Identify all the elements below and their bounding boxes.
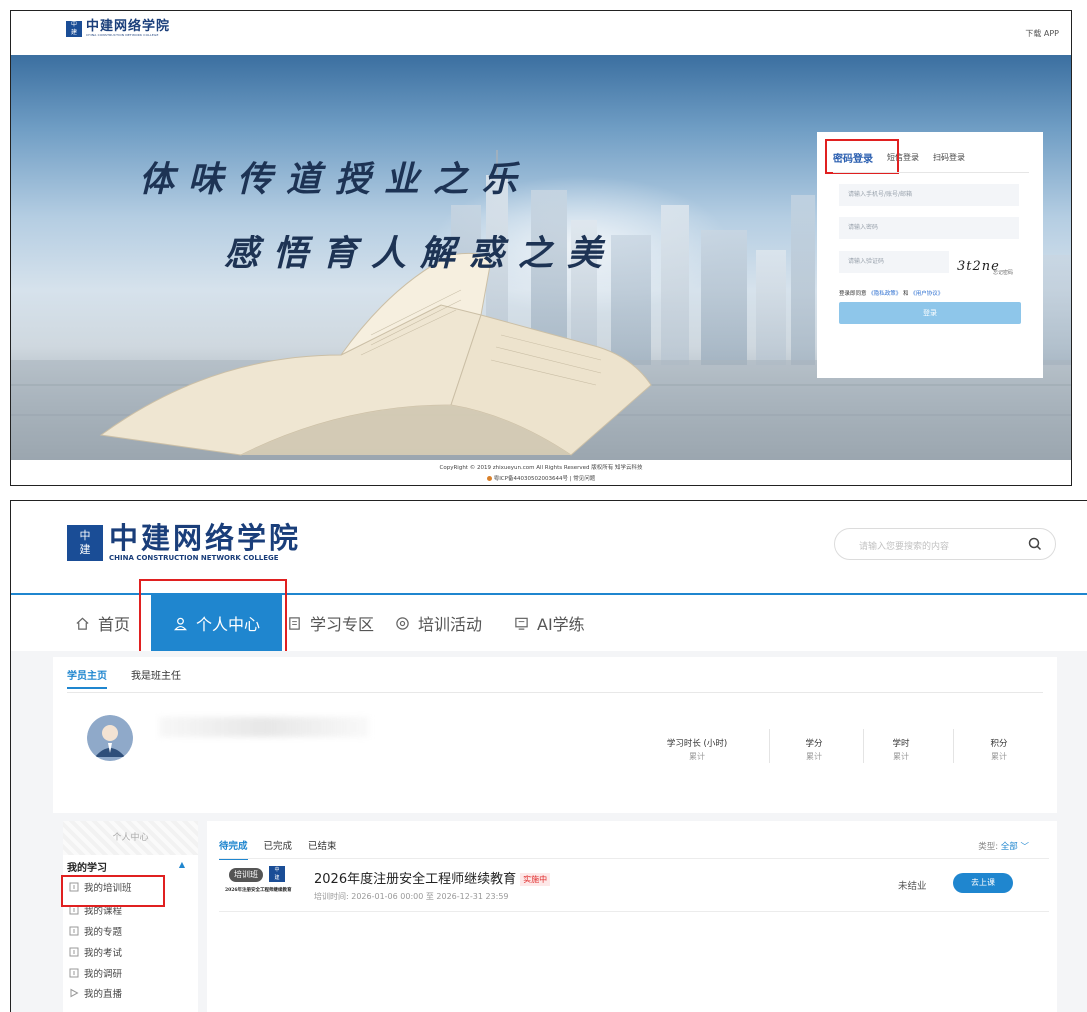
- nav-ai-practice[interactable]: AI学练: [514, 595, 585, 651]
- stat-study-hours: 学习时长 (小时) 累计: [666, 739, 728, 761]
- password-tab-highlight-box: [825, 139, 899, 174]
- graduation-status: 未结业: [898, 881, 927, 892]
- ai-icon: [515, 617, 528, 630]
- personal-sidebar: 个人中心 我的学习 ▲ 我的培训班 我的课程 我的专题 我的考试 我的调研 我的…: [63, 821, 198, 1012]
- search-icon[interactable]: [1027, 536, 1043, 552]
- captcha-input[interactable]: 请输入验证码: [839, 251, 949, 273]
- status-badge: 实施中: [520, 873, 551, 886]
- my-training-class-highlight-box: [61, 875, 165, 907]
- icp-line: 粤ICP备44030502003644号 | 常见问题: [11, 474, 1071, 482]
- tab-ended[interactable]: 已结束: [308, 838, 337, 860]
- privacy-policy-link[interactable]: 《隐私政策》: [868, 291, 901, 297]
- cscec-logo-icon: 中建: [67, 525, 103, 561]
- course-cover-caption: 2026年注册安全工程师继续教育: [225, 888, 292, 893]
- training-class-badge: 培训班: [229, 868, 263, 882]
- hero-slogan-line-2: 感悟育人解惑之美: [224, 233, 617, 274]
- home-icon: [76, 617, 89, 630]
- user-avatar-icon: [87, 715, 133, 761]
- list-icon: [69, 968, 79, 978]
- sidebar-header: 个人中心: [63, 821, 198, 855]
- nav-study-zone[interactable]: 学习专区: [287, 595, 374, 651]
- hero-banner: 体味传道授业之乐 感悟育人解惑之美 密码登录 短信登录 扫码登录 请输入手机号/…: [11, 55, 1071, 460]
- list-icon: [69, 926, 79, 936]
- brand-name-en: CHINA CONSTRUCTION NETWORK COLLEGE: [109, 554, 279, 562]
- login-button[interactable]: 登录: [839, 302, 1021, 324]
- list-icon: [69, 947, 79, 957]
- chevron-down-icon[interactable]: ﹀: [1020, 842, 1029, 852]
- search-input[interactable]: 请输入您要搜索的内容: [859, 539, 949, 552]
- brand-name-cn: 中建网络学院: [86, 19, 171, 34]
- stat-credits: 学分 累计: [805, 739, 823, 761]
- training-class-panel: 待完成 已完成 已结束 类型: 全部 ﹀ 培训班 中建 2026年注册安全工程师…: [207, 821, 1057, 1012]
- hero-slogan-line-1: 体味传道授业之乐: [139, 159, 532, 200]
- sidebar-item-my-exams[interactable]: 我的考试: [69, 942, 189, 962]
- sidebar-item-my-topics[interactable]: 我的专题: [69, 921, 189, 941]
- profile-tabs: 学员主页 我是班主任: [67, 667, 205, 689]
- tab-pending[interactable]: 待完成: [219, 838, 248, 860]
- blurred-user-name: [159, 717, 369, 737]
- nav-home[interactable]: 首页: [75, 595, 130, 651]
- tab-student-home[interactable]: 学员主页: [67, 667, 107, 689]
- avatar[interactable]: [87, 715, 133, 761]
- play-icon: [70, 988, 79, 998]
- tab-qr-login[interactable]: 扫码登录: [933, 152, 965, 163]
- login-header: 中建 中建网络学院 CHINA CONSTRUCTION NETWORK COL…: [11, 11, 1071, 55]
- status-tabs: 待完成 已完成 已结束: [219, 838, 353, 860]
- sidebar-item-my-surveys[interactable]: 我的调研: [69, 963, 189, 983]
- sidebar-item-my-live[interactable]: 我的直播: [69, 983, 189, 1003]
- sidebar-section-my-learning[interactable]: 我的学习 ▲: [67, 859, 193, 874]
- login-card: 密码登录 短信登录 扫码登录 请输入手机号/账号/邮箱 请输入密码 请输入验证码…: [817, 132, 1043, 378]
- personal-center-highlight-box: [139, 579, 287, 659]
- nav-training-activities[interactable]: 培训活动: [395, 595, 482, 651]
- login-screenshot: 中建 中建网络学院 CHINA CONSTRUCTION NETWORK COL…: [10, 10, 1072, 486]
- police-badge-icon: [486, 476, 492, 481]
- site-logo[interactable]: 中建 中建网络学院 CHINA CONSTRUCTION NETWORK COL…: [66, 20, 170, 37]
- stat-class-hours: 学时 累计: [892, 739, 910, 761]
- document-icon: [289, 616, 300, 630]
- type-filter[interactable]: 类型: 全部 ﹀: [978, 840, 1029, 852]
- activity-icon: [396, 616, 409, 630]
- tab-class-advisor[interactable]: 我是班主任: [131, 667, 181, 689]
- profile-card: 学员主页 我是班主任 学习时长 (小时) 累计 学分 累计 学时 累计 积分 累…: [53, 657, 1057, 813]
- search-box[interactable]: 请输入您要搜索的内容: [834, 528, 1056, 560]
- brand-name-en: CHINA CONSTRUCTION NETWORK COLLEGE: [86, 33, 159, 37]
- cscec-logo-icon: 中建: [269, 866, 285, 882]
- tab-completed[interactable]: 已完成: [264, 838, 293, 860]
- tab-divider: [833, 172, 1029, 173]
- personal-center-screenshot: 中建 中建网络学院 CHINA CONSTRUCTION NETWORK COL…: [10, 500, 1087, 1012]
- login-footer: CopyRight © 2019 zhixueyun.com All Right…: [11, 460, 1071, 485]
- course-time: 培训时间: 2026-01-06 00:00 至 2026-12-31 23:5…: [314, 892, 509, 901]
- stat-points: 积分 累计: [990, 739, 1008, 761]
- copyright-text: CopyRight © 2019 zhixueyun.com All Right…: [439, 465, 643, 471]
- download-app-link[interactable]: 下载 APP: [1025, 28, 1059, 39]
- cscec-logo-icon: 中建: [66, 20, 82, 37]
- go-to-class-button[interactable]: 去上课: [953, 873, 1013, 893]
- chevron-up-icon[interactable]: ▲: [179, 860, 185, 869]
- account-input[interactable]: 请输入手机号/账号/邮箱: [839, 184, 1019, 206]
- agreement-line: 登录即同意 《隐私政策》 和 《用户协议》: [839, 291, 944, 297]
- site-logo[interactable]: 中建 中建网络学院 CHINA CONSTRUCTION NETWORK COL…: [67, 523, 301, 563]
- brand-name-cn: 中建网络学院: [109, 521, 302, 555]
- course-title[interactable]: 2026年度注册安全工程师继续教育 实施中: [314, 868, 551, 887]
- password-input[interactable]: 请输入密码: [839, 217, 1019, 239]
- forgot-password-link[interactable]: 忘记密码: [993, 269, 1013, 276]
- user-agreement-link[interactable]: 《用户协议》: [910, 291, 943, 297]
